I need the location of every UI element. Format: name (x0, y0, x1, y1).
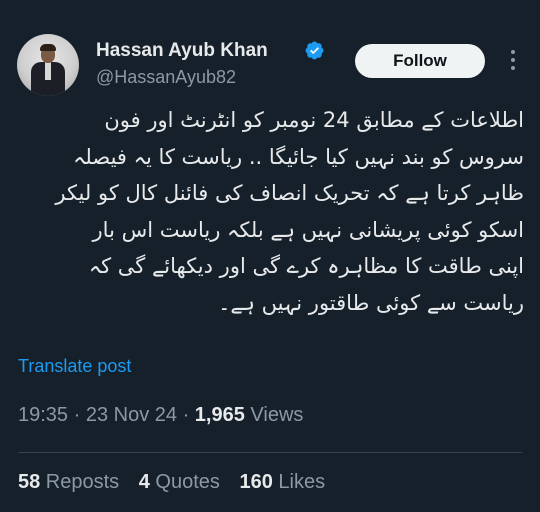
tweet-line: سروس کو بند نہیں کیا جائیگا .. ریاست کا … (73, 144, 524, 169)
tweet-line: اطلاعات کے مطابق 24 نومبر کو انٹرنٹ اور … (104, 108, 524, 132)
more-options-icon[interactable] (503, 50, 523, 70)
tweet-text: اطلاعات کے مطابق 24 نومبر کو انٹرنٹ اور … (12, 102, 524, 321)
reposts-label: Reposts (40, 471, 120, 493)
engagement-stats: 58 Reposts 4 Quotes 160 Likes (18, 471, 339, 494)
translate-post-link[interactable]: Translate post (18, 356, 131, 377)
likes-label: Likes (272, 471, 326, 493)
reposts-stat[interactable]: 58 Reposts (18, 471, 119, 493)
avatar[interactable] (17, 34, 79, 96)
meta-separator: · (177, 404, 195, 426)
tweet-line: ریاست سے کوئی طاقتور نہیں ہے۔ (218, 290, 524, 315)
quotes-label: Quotes (149, 471, 220, 493)
tweet-time[interactable]: 19:35 (18, 404, 68, 426)
likes-count: 160 (239, 471, 273, 493)
author-handle[interactable]: @HassanAyub82 (96, 67, 236, 88)
likes-stat[interactable]: 160 Likes (239, 471, 325, 493)
tweet-date[interactable]: 23 Nov 24 (86, 404, 177, 426)
author-name[interactable]: Hassan Ayub Khan (96, 40, 268, 62)
meta-separator: · (68, 404, 86, 426)
views-count: 1,965 (194, 404, 245, 426)
tweet-line: ظاہر کرتا ہے کہ تحریک انصاف کی فائنل کال… (55, 181, 524, 205)
verified-badge-icon (305, 41, 324, 60)
quotes-count: 4 (138, 471, 150, 493)
reposts-count: 58 (18, 471, 41, 493)
tweet-meta: 19:35 · 23 Nov 24 · 1,965 Views (18, 404, 303, 427)
tweet-line: اپنی طاقت کا مظاہرہ کرے گی اور دیکھائے گ… (88, 254, 524, 278)
views-label: Views (244, 404, 304, 426)
divider (18, 452, 522, 453)
quotes-stat[interactable]: 4 Quotes (139, 471, 220, 493)
follow-button[interactable]: Follow (355, 44, 485, 78)
tweet-header: Hassan Ayub Khan @HassanAyub82 Follow (17, 34, 527, 98)
tweet-line: اسکو کوئی پریشانی نہیں ہے بلکہ ریاست اس … (92, 217, 524, 242)
